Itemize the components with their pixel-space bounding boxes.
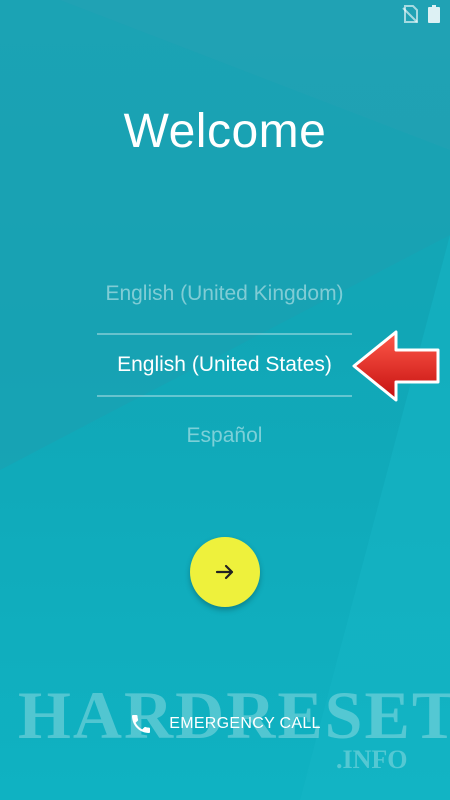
welcome-title: Welcome	[123, 105, 327, 158]
no-sim-icon	[402, 5, 418, 23]
status-bar	[402, 4, 440, 24]
language-option-es[interactable]: Español	[97, 407, 352, 465]
phone-icon	[132, 715, 151, 733]
emergency-call-button[interactable]: EMERGENCY CALL	[0, 712, 450, 736]
red-pointer-arrow-icon	[352, 330, 440, 402]
next-button[interactable]	[190, 537, 260, 607]
language-option-en-us[interactable]: English (United States)	[97, 333, 352, 397]
battery-icon	[428, 5, 440, 23]
emergency-call-label: EMERGENCY CALL	[169, 715, 321, 732]
setup-screen: Welcome English (United Kingdom) English…	[0, 0, 450, 800]
arrow-right-icon	[215, 564, 234, 580]
language-picker[interactable]: English (United Kingdom) English (United…	[97, 265, 352, 465]
language-option-en-gb[interactable]: English (United Kingdom)	[97, 265, 352, 323]
svg-text:.INFO: .INFO	[336, 745, 408, 774]
